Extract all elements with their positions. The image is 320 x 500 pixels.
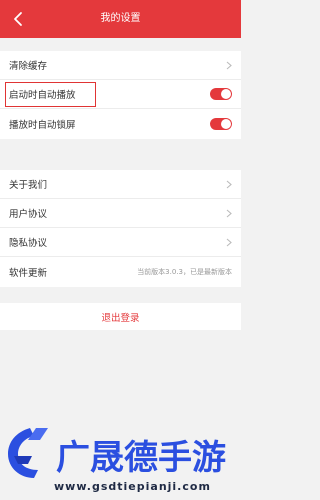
brand-logo-icon xyxy=(8,428,48,478)
privacy-row[interactable]: 隐私协议 xyxy=(0,228,241,257)
software-update-label: 软件更新 xyxy=(9,268,48,279)
toggle-knob xyxy=(221,119,231,129)
chevron-right-icon xyxy=(226,180,232,188)
autoplay-on-start-toggle[interactable] xyxy=(210,88,232,100)
user-agreement-label: 用户协议 xyxy=(9,209,48,220)
logout-button[interactable]: 退出登录 xyxy=(0,303,241,330)
chevron-right-icon xyxy=(226,209,232,217)
watermark-url: www.gsdtiepianji.com xyxy=(54,480,211,493)
page-title: 我的设置 xyxy=(100,13,141,24)
top-bar: 我的设置 xyxy=(0,0,241,38)
about-label: 关于我们 xyxy=(9,180,48,191)
watermark-brand: 广晟德手游 xyxy=(56,438,226,478)
chevron-right-icon xyxy=(226,238,232,246)
watermark: 广晟德手游 www.gsdtiepianji.com xyxy=(0,418,241,500)
lock-screen-on-play-toggle[interactable] xyxy=(210,118,232,130)
settings-group-info: 关于我们 用户协议 隐私协议 软件更新 当前版本3.0.3，已是最新版本 xyxy=(0,170,241,287)
lock-screen-on-play-row: 播放时自动锁屏 xyxy=(0,109,241,139)
autoplay-on-start-label: 启动时自动播放 xyxy=(9,90,76,101)
back-button[interactable] xyxy=(4,4,32,34)
about-row[interactable]: 关于我们 xyxy=(0,170,241,199)
chevron-right-icon xyxy=(226,61,232,69)
software-update-row[interactable]: 软件更新 当前版本3.0.3，已是最新版本 xyxy=(0,257,241,287)
clear-cache-row[interactable]: 清除缓存 xyxy=(0,51,241,80)
logout-label: 退出登录 xyxy=(101,312,140,324)
clear-cache-label: 清除缓存 xyxy=(9,61,48,72)
settings-group-playback: 清除缓存 启动时自动播放 播放时自动锁屏 xyxy=(0,51,241,139)
privacy-label: 隐私协议 xyxy=(9,238,48,249)
lock-screen-on-play-label: 播放时自动锁屏 xyxy=(9,120,76,131)
user-agreement-row[interactable]: 用户协议 xyxy=(0,199,241,228)
version-status: 当前版本3.0.3，已是最新版本 xyxy=(137,268,232,276)
toggle-knob xyxy=(221,89,231,99)
chevron-left-icon xyxy=(14,12,22,26)
autoplay-on-start-row: 启动时自动播放 xyxy=(0,80,241,109)
